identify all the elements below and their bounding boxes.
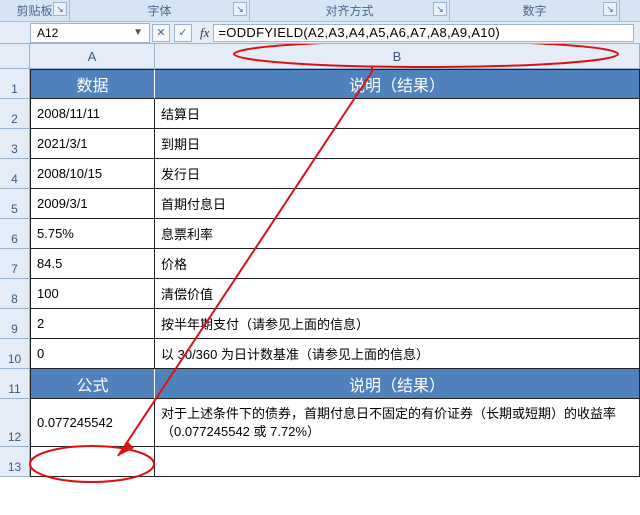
cell[interactable]: 2009/3/1 xyxy=(30,189,155,219)
row-header[interactable]: 6 xyxy=(0,219,30,249)
cell-grid[interactable]: 数据说明（结果）2008/11/11结算日2021/3/1到期日2008/10/… xyxy=(30,69,640,477)
ribbon-group-label: 剪贴板 xyxy=(16,2,52,19)
cell[interactable]: 说明（结果） xyxy=(155,369,640,399)
table-row: 2008/11/11结算日 xyxy=(30,99,640,129)
dialog-launcher-icon[interactable]: ↘ xyxy=(603,2,617,16)
table-row: 0以 30/360 为日计数基准（请参见上面的信息） xyxy=(30,339,640,369)
cell[interactable]: 0 xyxy=(30,339,155,369)
row-header[interactable]: 10 xyxy=(0,339,30,369)
cell[interactable]: 100 xyxy=(30,279,155,309)
cell[interactable]: 说明（结果） xyxy=(155,69,640,99)
table-row: 2021/3/1到期日 xyxy=(30,129,640,159)
row-header[interactable]: 13 xyxy=(0,447,30,477)
row-header[interactable]: 9 xyxy=(0,309,30,339)
cell[interactable]: 84.5 xyxy=(30,249,155,279)
table-row: 2009/3/1首期付息日 xyxy=(30,189,640,219)
select-all-corner[interactable] xyxy=(0,44,30,69)
cell[interactable]: 5.75% xyxy=(30,219,155,249)
row-headers: 12345678910111213 xyxy=(0,69,30,477)
cell[interactable]: 2008/11/11 xyxy=(30,99,155,129)
formula-input[interactable] xyxy=(213,24,634,42)
cell[interactable]: 息票利率 xyxy=(155,219,640,249)
cell[interactable]: 价格 xyxy=(155,249,640,279)
column-header[interactable]: B xyxy=(155,44,640,69)
dialog-launcher-icon[interactable]: ↘ xyxy=(233,2,247,16)
cell[interactable]: 清偿价值 xyxy=(155,279,640,309)
row-header[interactable]: 3 xyxy=(0,129,30,159)
ribbon-group-label: 字体 xyxy=(147,2,171,19)
ribbon-group-label: 对齐方式 xyxy=(325,2,373,19)
cell[interactable]: 按半年期支付（请参见上面的信息） xyxy=(155,309,640,339)
row-header[interactable]: 8 xyxy=(0,279,30,309)
formula-bar: A12 ▼ ✕ ✓ fx xyxy=(0,22,640,44)
cell[interactable]: 数据 xyxy=(30,69,155,99)
row-header[interactable]: 12 xyxy=(0,399,30,447)
cell[interactable]: 以 30/360 为日计数基准（请参见上面的信息） xyxy=(155,339,640,369)
table-row: 2008/10/15发行日 xyxy=(30,159,640,189)
dialog-launcher-icon[interactable]: ↘ xyxy=(53,2,67,16)
row-header[interactable]: 4 xyxy=(0,159,30,189)
row-header[interactable]: 11 xyxy=(0,369,30,399)
ribbon-group: 剪贴板↘ xyxy=(0,0,70,21)
ribbon-group: 对齐方式 ↘ xyxy=(250,0,450,21)
column-headers: AB xyxy=(30,44,640,69)
cell[interactable] xyxy=(155,447,640,477)
row-header[interactable]: 7 xyxy=(0,249,30,279)
fx-icon[interactable]: fx xyxy=(200,25,209,41)
table-row: 0.077245542对于上述条件下的债券，首期付息日不固定的有价证券（长期或短… xyxy=(30,399,640,447)
cell[interactable]: 到期日 xyxy=(155,129,640,159)
cell[interactable]: 对于上述条件下的债券，首期付息日不固定的有价证券（长期或短期）的收益率（0.07… xyxy=(155,399,640,447)
row-header[interactable]: 2 xyxy=(0,99,30,129)
cell[interactable]: 2 xyxy=(30,309,155,339)
name-box-value: A12 xyxy=(37,26,58,40)
column-header[interactable]: A xyxy=(30,44,155,69)
ribbon-group: 数字 ↘ xyxy=(450,0,620,21)
table-row: 公式说明（结果） xyxy=(30,369,640,399)
worksheet[interactable]: AB 12345678910111213 数据说明（结果）2008/11/11结… xyxy=(0,44,640,515)
cell[interactable]: 结算日 xyxy=(155,99,640,129)
table-row: 100清偿价值 xyxy=(30,279,640,309)
row-header[interactable]: 1 xyxy=(0,69,30,99)
chevron-down-icon[interactable]: ▼ xyxy=(133,27,143,38)
cell[interactable]: 首期付息日 xyxy=(155,189,640,219)
table-row: 数据说明（结果） xyxy=(30,69,640,99)
cancel-formula-icon[interactable]: ✕ xyxy=(152,24,170,42)
ribbon-group: 字体 ↘ xyxy=(70,0,250,21)
ribbon-group-label: 数字 xyxy=(522,2,546,19)
cell[interactable]: 公式 xyxy=(30,369,155,399)
cell[interactable]: 2021/3/1 xyxy=(30,129,155,159)
name-box[interactable]: A12 ▼ xyxy=(30,23,150,43)
accept-formula-icon[interactable]: ✓ xyxy=(174,24,192,42)
dialog-launcher-icon[interactable]: ↘ xyxy=(433,2,447,16)
cell[interactable] xyxy=(30,447,155,477)
table-row xyxy=(30,447,640,477)
ribbon-group-labels: 剪贴板↘字体↘对齐方式↘数字↘ xyxy=(0,0,640,22)
cell[interactable]: 0.077245542 xyxy=(30,399,155,447)
table-row: 2按半年期支付（请参见上面的信息） xyxy=(30,309,640,339)
cell[interactable]: 2008/10/15 xyxy=(30,159,155,189)
table-row: 5.75%息票利率 xyxy=(30,219,640,249)
cell[interactable]: 发行日 xyxy=(155,159,640,189)
row-header[interactable]: 5 xyxy=(0,189,30,219)
table-row: 84.5价格 xyxy=(30,249,640,279)
